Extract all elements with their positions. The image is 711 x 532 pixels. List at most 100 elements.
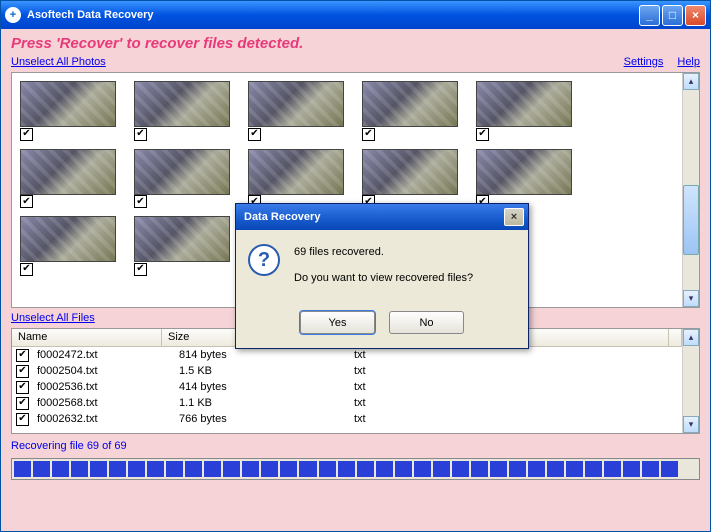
photo-item[interactable] (362, 149, 458, 209)
help-link[interactable]: Help (677, 56, 700, 68)
file-checkbox[interactable] (16, 365, 29, 378)
recovery-dialog: Data Recovery × ? 69 files recovered. Do… (235, 203, 529, 349)
photo-thumbnail[interactable] (20, 216, 116, 262)
photo-item[interactable] (134, 81, 230, 141)
photo-thumbnail[interactable] (20, 81, 116, 127)
titlebar: + Asoftech Data Recovery _ □ × (1, 1, 710, 29)
progress-segment (261, 461, 278, 477)
progress-segment (623, 461, 640, 477)
photo-item[interactable] (20, 149, 116, 209)
photo-item[interactable] (248, 81, 344, 141)
table-row[interactable]: f0002568.txt1.1 KBtxt (12, 395, 682, 411)
photo-thumbnail[interactable] (476, 81, 572, 127)
photo-scrollbar[interactable]: ▴ ▾ (682, 73, 699, 307)
progress-segment (395, 461, 412, 477)
table-row[interactable]: f0002632.txt766 bytestxt (12, 411, 682, 427)
file-scroll-down[interactable]: ▾ (683, 416, 699, 433)
dialog-close-button[interactable]: × (504, 208, 524, 226)
photo-checkbox[interactable] (20, 195, 33, 208)
photo-checkbox[interactable] (20, 263, 33, 276)
photo-checkbox[interactable] (134, 128, 147, 141)
file-checkbox[interactable] (16, 381, 29, 394)
photo-checkbox[interactable] (134, 263, 147, 276)
progress-segment (338, 461, 355, 477)
progress-segment (242, 461, 259, 477)
progress-segment (452, 461, 469, 477)
progress-segment (147, 461, 164, 477)
file-checkbox[interactable] (16, 349, 29, 362)
col-header-name[interactable]: Name (12, 329, 162, 346)
progress-segment (661, 461, 678, 477)
file-size: 1.1 KB (175, 397, 350, 409)
photo-item[interactable] (476, 149, 572, 209)
photo-checkbox[interactable] (20, 128, 33, 141)
table-row[interactable]: f0002536.txt414 bytestxt (12, 379, 682, 395)
progress-bar (11, 458, 700, 480)
photo-checkbox[interactable] (248, 128, 261, 141)
photo-thumbnail[interactable] (476, 149, 572, 195)
file-size: 414 bytes (175, 381, 350, 393)
progress-segment (566, 461, 583, 477)
photo-thumbnail[interactable] (134, 216, 230, 262)
no-button[interactable]: No (389, 311, 464, 334)
file-name: f0002632.txt (33, 413, 175, 425)
minimize-button[interactable]: _ (639, 5, 660, 26)
photo-thumbnail[interactable] (248, 149, 344, 195)
dialog-titlebar: Data Recovery × (236, 204, 528, 230)
close-button[interactable]: × (685, 5, 706, 26)
app-window: + Asoftech Data Recovery _ □ × Press 'Re… (0, 0, 711, 532)
status-text: Recovering file 69 of 69 (11, 440, 700, 452)
photo-item[interactable] (20, 81, 116, 141)
progress-segment (14, 461, 31, 477)
file-name: f0002536.txt (33, 381, 175, 393)
scroll-up-button[interactable]: ▴ (683, 73, 699, 90)
photo-item[interactable] (248, 149, 344, 209)
photo-thumbnail[interactable] (134, 149, 230, 195)
progress-segment (204, 461, 221, 477)
unselect-all-photos-link[interactable]: Unselect All Photos (11, 56, 106, 68)
instruction-text: Press 'Recover' to recover files detecte… (11, 35, 700, 52)
photo-thumbnail[interactable] (362, 149, 458, 195)
photo-thumbnail[interactable] (362, 81, 458, 127)
file-scroll-up[interactable]: ▴ (683, 329, 699, 346)
dialog-line2: Do you want to view recovered files? (294, 270, 473, 288)
photo-thumbnail[interactable] (134, 81, 230, 127)
file-ext: txt (350, 365, 682, 377)
file-ext: txt (350, 397, 682, 409)
table-row[interactable]: f0002472.txt814 bytestxt (12, 347, 682, 363)
photo-checkbox[interactable] (362, 128, 375, 141)
window-title: Asoftech Data Recovery (27, 9, 637, 21)
photo-item[interactable] (362, 81, 458, 141)
photo-item[interactable] (20, 216, 116, 276)
photo-item[interactable] (476, 81, 572, 141)
progress-segment (52, 461, 69, 477)
settings-link[interactable]: Settings (624, 56, 664, 68)
unselect-all-files-link[interactable]: Unselect All Files (11, 312, 95, 324)
photo-checkbox[interactable] (134, 195, 147, 208)
progress-segment (166, 461, 183, 477)
photo-thumbnail[interactable] (20, 149, 116, 195)
table-row[interactable]: f0002504.txt1.5 KBtxt (12, 363, 682, 379)
photo-thumbnail[interactable] (248, 81, 344, 127)
file-scrollbar[interactable]: ▴ ▾ (682, 329, 699, 433)
file-checkbox[interactable] (16, 397, 29, 410)
question-icon: ? (248, 244, 280, 276)
scroll-thumb[interactable] (683, 185, 699, 255)
photo-item[interactable] (134, 149, 230, 209)
maximize-button[interactable]: □ (662, 5, 683, 26)
progress-segment (109, 461, 126, 477)
file-checkbox[interactable] (16, 413, 29, 426)
progress-segment (90, 461, 107, 477)
progress-segment (604, 461, 621, 477)
progress-segment (280, 461, 297, 477)
progress-segment (490, 461, 507, 477)
progress-segment (128, 461, 145, 477)
file-size: 1.5 KB (175, 365, 350, 377)
scroll-down-button[interactable]: ▾ (683, 290, 699, 307)
progress-segment (414, 461, 431, 477)
yes-button[interactable]: Yes (300, 311, 375, 334)
progress-segment (299, 461, 316, 477)
photo-checkbox[interactable] (476, 128, 489, 141)
photo-item[interactable] (134, 216, 230, 276)
progress-segment (33, 461, 50, 477)
